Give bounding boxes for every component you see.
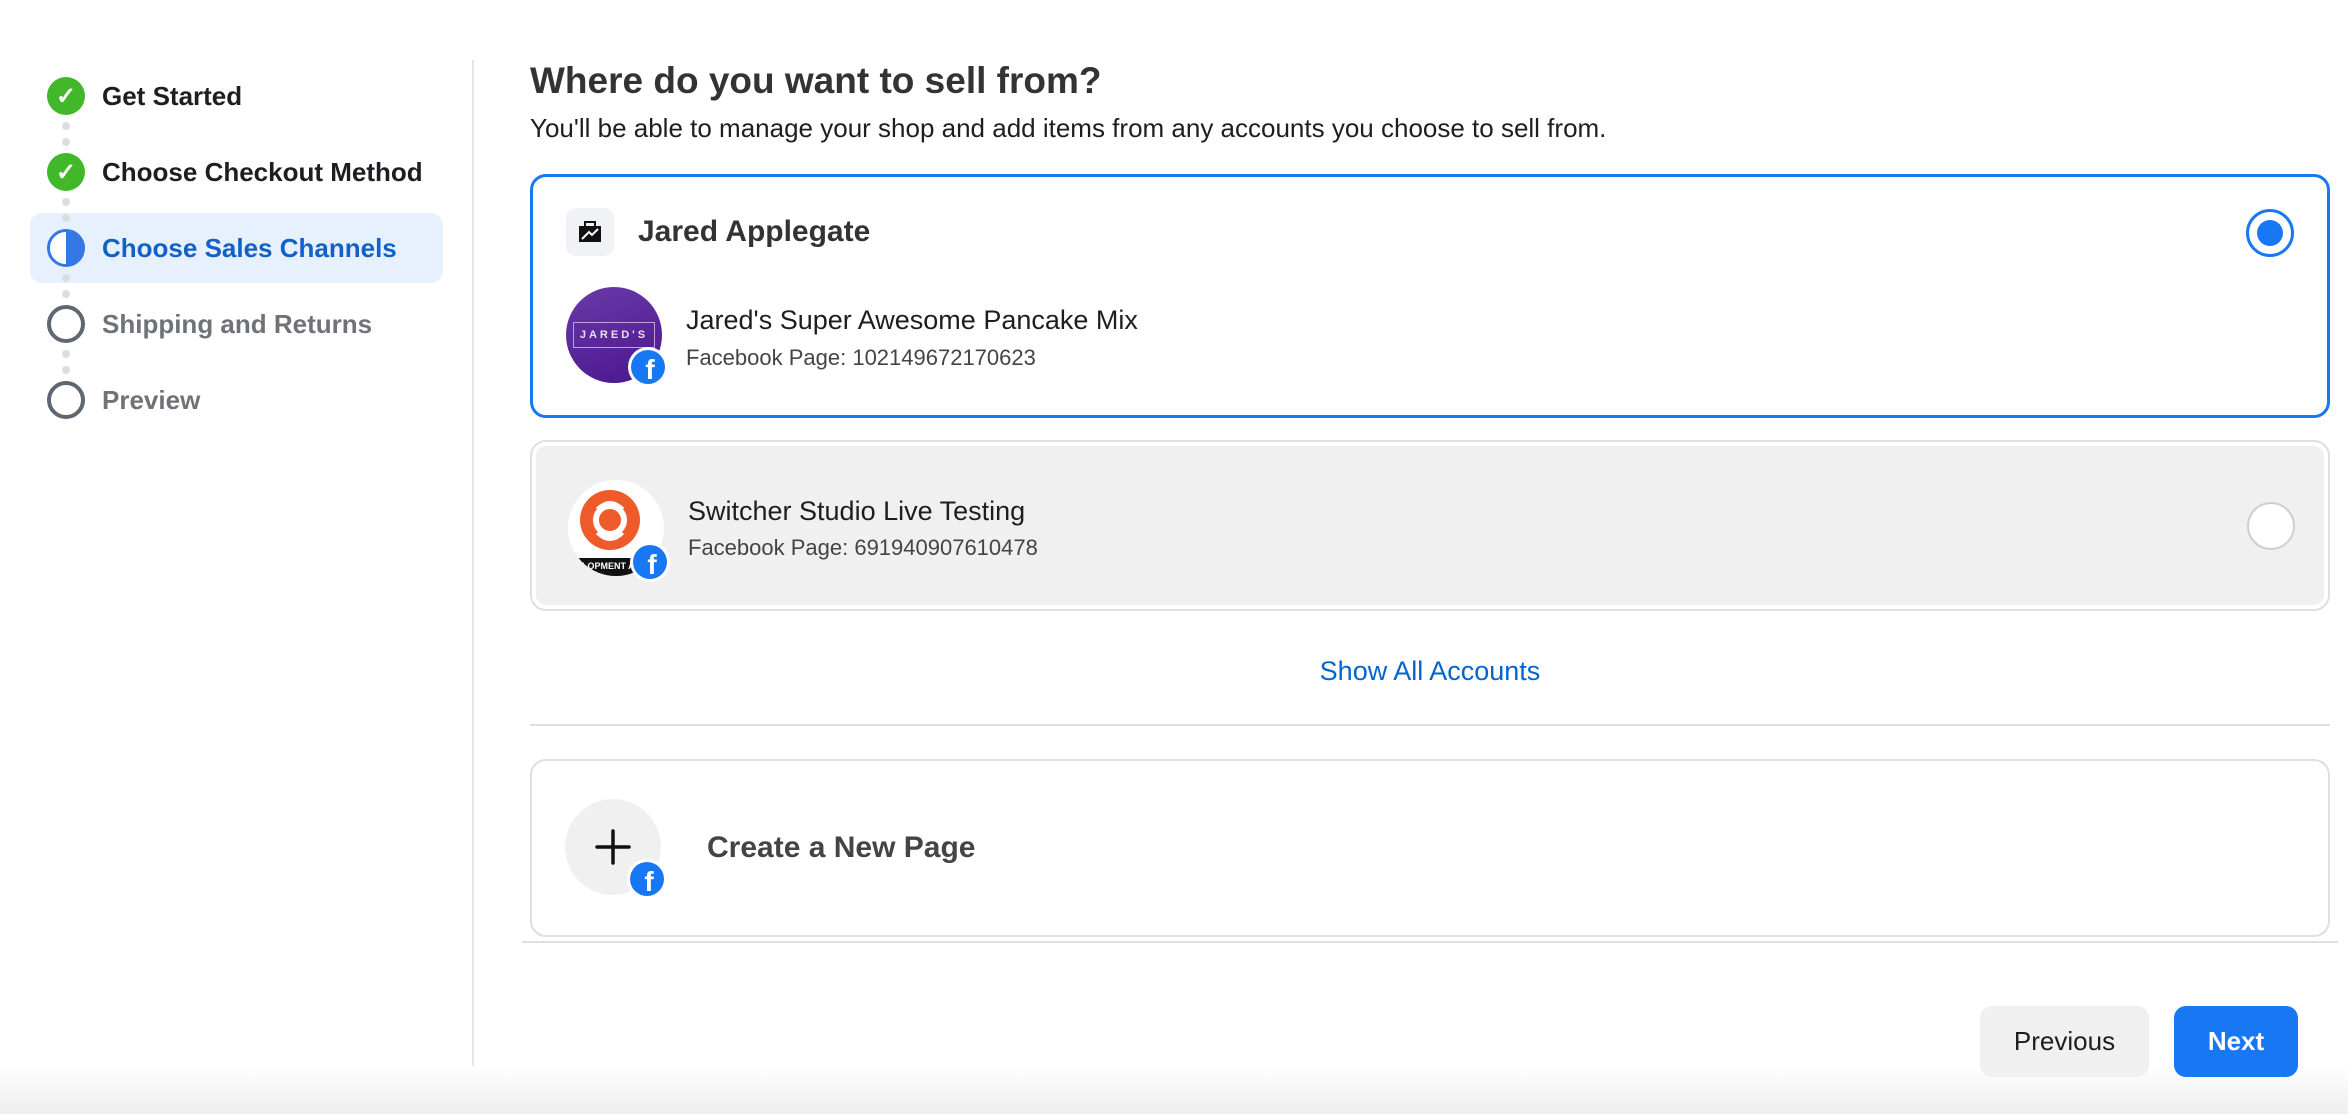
create-new-page-card[interactable]: f Create a New Page [530,759,2330,937]
next-button[interactable]: Next [2174,1006,2298,1077]
page-id: Facebook Page: 102149672170623 [686,345,1036,370]
facebook-icon: f [628,347,668,387]
empty-circle-icon [47,381,85,419]
create-new-page-label: Create a New Page [707,831,976,864]
step-shipping-and-returns[interactable]: Shipping and Returns [30,289,443,359]
step-label: Choose Checkout Method [102,156,423,187]
account-group-name: Jared Applegate [638,215,871,248]
avatar-logo-text: JARED'S [572,322,656,348]
step-choose-checkout-method[interactable]: ✓ Choose Checkout Method [30,137,443,207]
step-label: Shipping and Returns [102,308,373,339]
radio-unselected[interactable] [2247,502,2295,550]
half-circle-progress-icon [47,229,85,267]
previous-button[interactable]: Previous [1980,1006,2149,1077]
page-name: Jared's Super Awesome Pancake Mix [686,305,1138,335]
check-circle-icon: ✓ [47,153,85,191]
check-circle-icon: ✓ [47,77,85,115]
sidebar-divider [472,60,474,1114]
page-title: Where do you want to sell from? [530,60,1102,101]
step-label: Choose Sales Channels [102,232,397,263]
step-preview[interactable]: Preview [30,365,443,435]
plus-icon: f [565,799,667,899]
page-subtitle: You'll be able to manage your shop and a… [530,113,1607,143]
account-card-selected[interactable]: Jared Applegate JARED'S f Jared's Super … [530,174,2330,418]
step-get-started[interactable]: ✓ Get Started [30,61,443,131]
section-divider [530,724,2330,726]
empty-circle-icon [47,305,85,343]
page-id: Facebook Page: 691940907610478 [688,535,1038,560]
step-label: Preview [102,384,201,415]
avatar-logo-text: LOPMENT A [582,561,635,571]
show-all-accounts-link[interactable]: Show All Accounts [530,656,2330,687]
facebook-icon: f [630,542,670,582]
step-label: Get Started [102,80,243,111]
step-choose-sales-channels[interactable]: Choose Sales Channels [30,213,443,283]
account-card[interactable]: LOPMENT A f Switcher Studio Live Testing… [530,440,2330,611]
facebook-icon: f [627,859,667,899]
radio-selected[interactable] [2246,209,2294,257]
page-name: Switcher Studio Live Testing [688,496,1026,526]
page-avatar: JARED'S f [566,287,668,387]
footer-divider [522,941,2338,943]
briefcase-icon [566,208,614,256]
